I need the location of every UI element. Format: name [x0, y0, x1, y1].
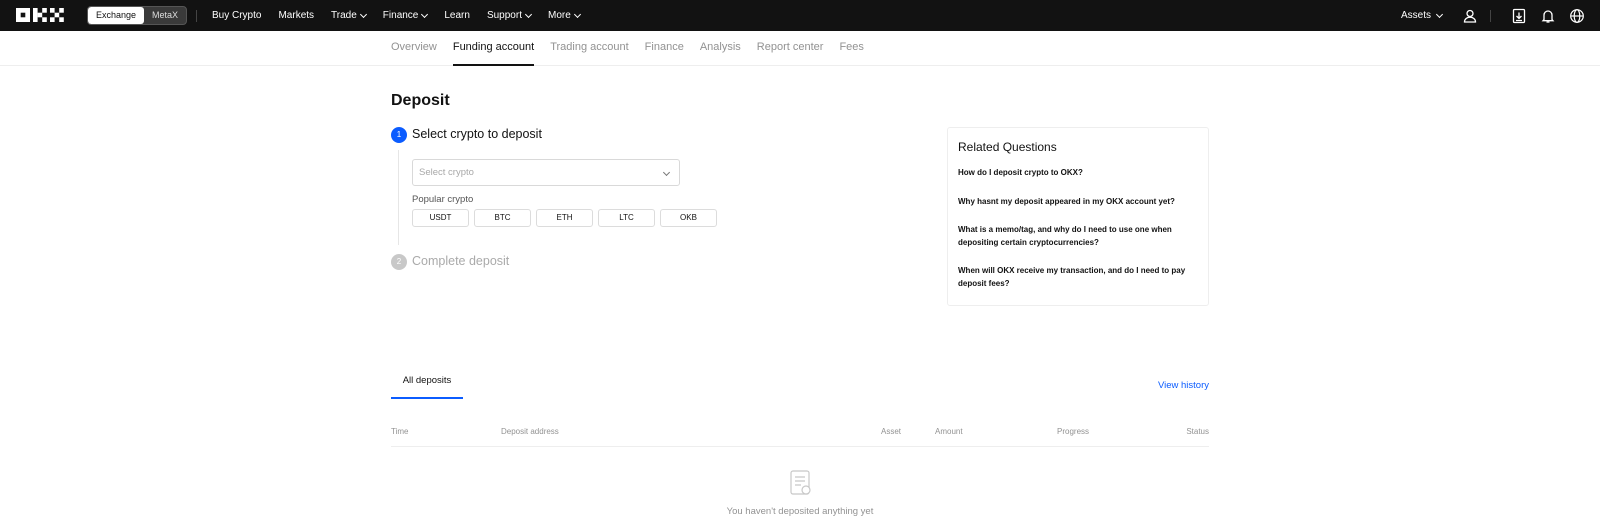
okx-logo[interactable]: [16, 8, 70, 22]
tab-finance[interactable]: Finance: [645, 31, 684, 66]
column-header-amount: Amount: [935, 427, 963, 436]
crypto-chip-okb[interactable]: OKB: [660, 209, 717, 227]
page-title: Deposit: [391, 92, 450, 109]
tab-all-deposits[interactable]: All deposits: [391, 372, 463, 399]
nav-divider: [196, 10, 197, 22]
tab-analysis[interactable]: Analysis: [700, 31, 741, 66]
tab-trading-account[interactable]: Trading account: [550, 31, 628, 66]
chevron-down-icon: [421, 10, 429, 18]
popular-crypto-label: Popular crypto: [412, 194, 474, 205]
top-navigation-bar: Exchange MetaX Buy Crypto Markets Trade …: [0, 0, 1600, 31]
nav-label: Markets: [278, 10, 315, 21]
related-questions-title: Related Questions: [958, 140, 1057, 154]
nav-label: Trade: [331, 10, 357, 21]
bell-icon[interactable]: [1540, 8, 1556, 24]
column-header-progress: Progress: [1057, 427, 1090, 436]
step-2-title: Complete deposit: [412, 254, 510, 268]
deposits-table-header: Time Deposit address Asset Amount Progre…: [391, 427, 1209, 447]
user-icon[interactable]: [1462, 8, 1478, 24]
crypto-chip-eth[interactable]: ETH: [536, 209, 593, 227]
account-subnav: Overview Funding account Trading account…: [0, 31, 1600, 66]
nav-learn[interactable]: Learn: [444, 10, 470, 21]
step-1-badge: 1: [391, 127, 407, 143]
select-crypto-placeholder: Select crypto: [419, 167, 474, 178]
nav-label: Support: [486, 10, 522, 21]
account-tabs: Overview Funding account Trading account…: [391, 31, 880, 66]
nav-label: Learn: [444, 10, 470, 21]
nav-more[interactable]: More: [547, 10, 581, 21]
related-question-link[interactable]: Why hasnt my deposit appeared in my OKX …: [958, 196, 1198, 209]
assets-menu[interactable]: Assets: [1401, 0, 1444, 31]
globe-icon[interactable]: [1569, 8, 1585, 24]
chevron-down-icon: [1435, 10, 1444, 18]
assets-label: Assets: [1401, 10, 1432, 21]
download-icon[interactable]: [1511, 8, 1527, 24]
tab-funding-account[interactable]: Funding account: [452, 31, 535, 66]
chevron-down-icon: [524, 10, 533, 18]
nav-buy-crypto[interactable]: Buy Crypto: [212, 10, 261, 21]
crypto-chip-usdt[interactable]: USDT: [412, 209, 469, 227]
exchange-mode-button[interactable]: Exchange: [88, 7, 145, 24]
column-header-deposit-address: Deposit address: [501, 427, 559, 436]
crypto-chip-btc[interactable]: BTC: [474, 209, 531, 227]
chevron-down-icon: [359, 10, 367, 18]
related-questions-panel: Related Questions How do I deposit crypt…: [947, 127, 1209, 306]
column-header-asset: Asset: [881, 427, 902, 436]
related-question-link[interactable]: What is a memo/tag, and why do I need to…: [958, 224, 1198, 249]
nav-markets[interactable]: Markets: [278, 10, 314, 21]
column-header-status: Status: [1186, 427, 1209, 436]
chevron-down-icon: [573, 10, 581, 18]
nav-label: Finance: [382, 10, 419, 21]
nav-support[interactable]: Support: [486, 10, 533, 21]
related-question-link[interactable]: When will OKX receive my transaction, an…: [958, 265, 1198, 290]
step-connector-line: [398, 150, 399, 245]
icon-divider: [1490, 10, 1491, 22]
nav-trade[interactable]: Trade: [331, 10, 367, 21]
popular-crypto-list: USDT BTC ETH LTC OKB: [412, 209, 722, 227]
tab-fees[interactable]: Fees: [839, 31, 863, 66]
metax-mode-button[interactable]: MetaX: [144, 7, 186, 24]
main-nav: Buy Crypto Markets Trade Finance Learn S…: [212, 0, 597, 31]
tab-overview[interactable]: Overview: [391, 31, 437, 66]
nav-label: Buy Crypto: [212, 10, 262, 21]
step-2-badge: 2: [391, 254, 407, 270]
nav-finance[interactable]: Finance: [382, 10, 429, 21]
tab-report-center[interactable]: Report center: [757, 31, 824, 66]
chevron-down-icon: [662, 168, 671, 177]
step-1-title: Select crypto to deposit: [412, 127, 542, 141]
select-crypto-dropdown[interactable]: Select crypto: [412, 159, 680, 186]
related-question-link[interactable]: How do I deposit crypto to OKX?: [958, 167, 1198, 180]
empty-document-icon: [790, 470, 811, 495]
view-history-link[interactable]: View history: [1158, 380, 1209, 391]
nav-label: More: [547, 10, 571, 21]
empty-state-message: You haven't deposited anything yet: [726, 506, 874, 517]
crypto-chip-ltc[interactable]: LTC: [598, 209, 655, 227]
exchange-metax-switch: Exchange MetaX: [87, 6, 188, 25]
column-header-time: Time: [391, 427, 409, 436]
